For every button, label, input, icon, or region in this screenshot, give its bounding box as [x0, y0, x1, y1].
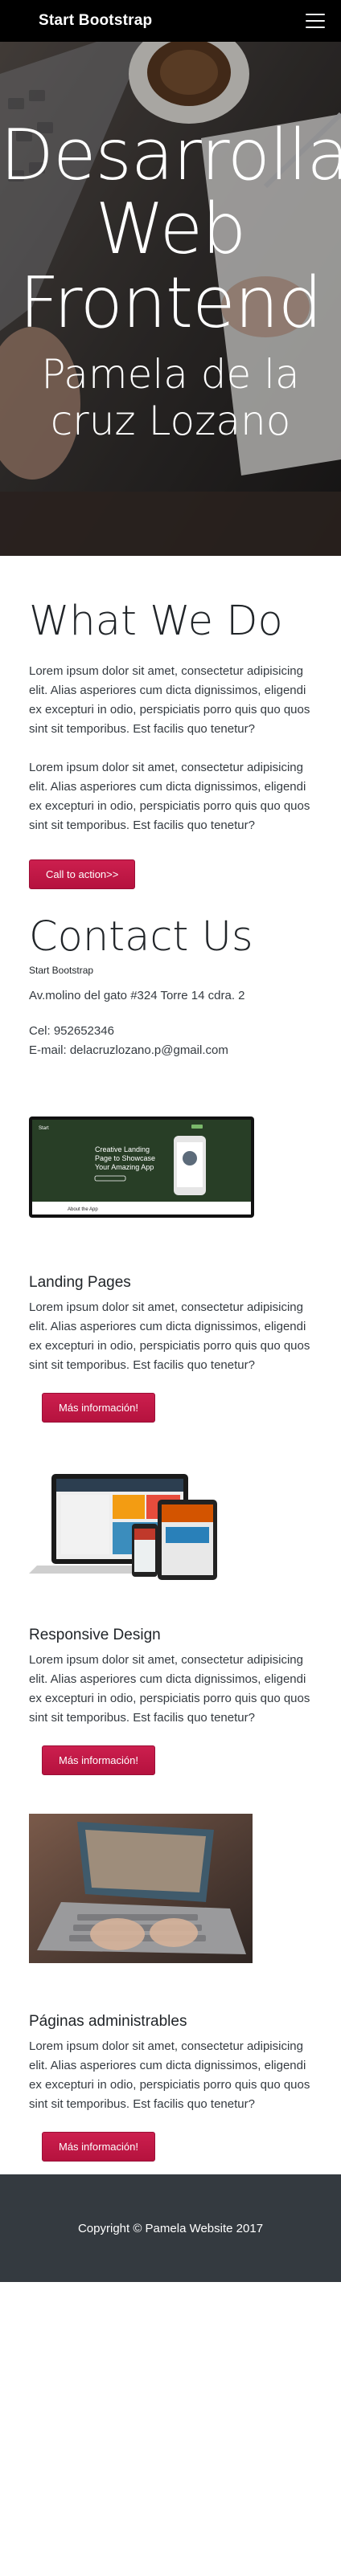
mock-headline: Page to Showcase — [95, 1154, 155, 1162]
card-title: Páginas administrables — [29, 2013, 187, 2030]
contact-company: Start Bootstrap — [29, 965, 94, 976]
contact-address: Av.molino del gato #324 Torre 14 cdra. 2 — [29, 989, 245, 1002]
navbar-brand[interactable]: Start Bootstrap — [39, 12, 152, 30]
card-responsive-design: Responsive Design Lorem ipsum dolor sit … — [0, 1468, 341, 1775]
hero-title-line: Desarrolla — [0, 114, 341, 196]
hero-title: Desarrolla Web Frontend — [0, 118, 341, 340]
more-info-button[interactable]: Más información! — [42, 2132, 155, 2162]
contact-email[interactable]: E-mail: delacruzlozano.p@gmail.com — [29, 1041, 312, 1060]
mock-brand: Start — [39, 1126, 49, 1131]
footer-copyright: Copyright © Pamela Website 2017 — [77, 2221, 264, 2235]
hero-subtitle-line: cruz Lozano — [50, 398, 291, 444]
hero-section: Desarrolla Web Frontend Pamela de la cru… — [0, 42, 341, 556]
card-title: Landing Pages — [29, 1274, 131, 1291]
hero-title-line: Frontend — [19, 262, 323, 344]
contact-heading: Contact Us — [29, 913, 253, 961]
mock-headline: Creative Landing — [95, 1145, 150, 1153]
what-we-do-paragraph: Lorem ipsum dolor sit amet, consectetur … — [29, 761, 310, 832]
card-landing-pages: Start Creative Landing Page to Showcase … — [0, 1117, 341, 1423]
contact-section: Contact Us Start Bootstrap Av.molino del… — [0, 889, 341, 1060]
call-to-action-button[interactable]: Call to action>> — [29, 859, 136, 889]
contact-phone: Cel: 952652346 — [29, 1024, 114, 1038]
admin-laptop-thumbnail — [29, 1814, 253, 1963]
card-text: Lorem ipsum dolor sit amet, consectetur … — [29, 1300, 310, 1372]
contact-details: Cel: 952652346 E-mail: delacruzlozano.p@… — [29, 1022, 312, 1060]
mock-headline: Your Amazing App — [95, 1163, 154, 1171]
card-admin-pages: Páginas administrables Lorem ipsum dolor… — [0, 1814, 341, 2162]
mock-footer-label: About the App — [68, 1207, 98, 1212]
hamburger-icon[interactable] — [302, 9, 328, 33]
more-info-button[interactable]: Más información! — [42, 1745, 155, 1775]
footer: Copyright © Pamela Website 2017 — [0, 2174, 341, 2282]
card-text: Lorem ipsum dolor sit amet, consectetur … — [29, 2039, 310, 2111]
hero-title-line: Web — [95, 188, 247, 270]
what-we-do-heading: What We Do — [29, 598, 283, 645]
navbar: Start Bootstrap — [0, 0, 341, 42]
hero-subtitle-line: Pamela de la — [41, 351, 300, 398]
card-text: Lorem ipsum dolor sit amet, consectetur … — [29, 1653, 310, 1725]
hero-subtitle: Pamela de la cruz Lozano — [0, 351, 341, 444]
landing-page-thumbnail: Start Creative Landing Page to Showcase … — [29, 1117, 254, 1218]
what-we-do-section: What We Do Lorem ipsum dolor sit amet, c… — [0, 556, 341, 889]
more-info-button[interactable]: Más información! — [42, 1393, 155, 1423]
card-title: Responsive Design — [29, 1627, 161, 1643]
responsive-devices-thumbnail — [29, 1468, 246, 1588]
what-we-do-paragraph: Lorem ipsum dolor sit amet, consectetur … — [29, 664, 310, 736]
hero-text: Desarrolla Web Frontend Pamela de la cru… — [0, 118, 341, 444]
